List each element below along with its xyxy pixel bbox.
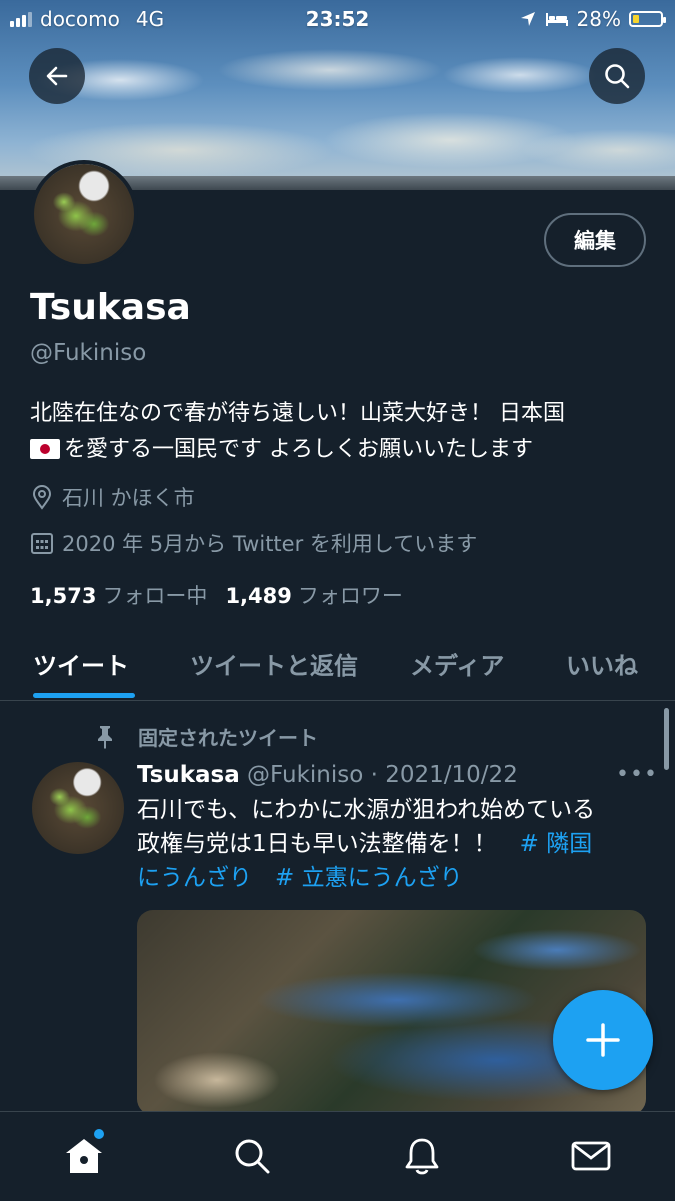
location-pin-icon xyxy=(32,485,52,510)
tab-likes[interactable]: いいね xyxy=(566,646,638,681)
active-tab-indicator xyxy=(33,693,135,698)
tab-tweets-and-replies[interactable]: ツイートと返信 xyxy=(190,646,358,681)
tweet-handle-date: @Fukiniso · 2021/10/22 xyxy=(247,762,518,788)
profile-tabs: ツイート ツイートと返信 メディア いいね xyxy=(0,630,675,701)
tweet-line-2: 政権与党は1日も早い法整備を！！ xyxy=(137,831,520,857)
hashtag-link-1b[interactable]: にうんざり xyxy=(137,865,252,891)
battery-percent: 28% xyxy=(576,7,621,31)
scrollbar[interactable] xyxy=(664,708,669,770)
search-icon xyxy=(605,64,630,89)
status-right: 28% xyxy=(519,7,666,31)
user-handle: @Fukiniso xyxy=(30,340,147,366)
bell-icon xyxy=(405,1138,439,1175)
nav-notifications[interactable] xyxy=(400,1134,444,1178)
joined-row: 2020 年 5月から Twitter を利用しています xyxy=(30,528,477,558)
bottom-navigation xyxy=(0,1111,675,1201)
followers-link[interactable]: 1,489 フォロワー xyxy=(225,580,402,610)
hashtag-link-1a[interactable]: # 隣国 xyxy=(520,831,593,857)
following-link[interactable]: 1,573 フォロー中 xyxy=(30,580,207,610)
calendar-icon xyxy=(31,533,53,554)
bio-line-2-wrap: を愛する一国民です よろしくお願いいたします xyxy=(30,432,650,468)
nav-messages[interactable] xyxy=(569,1134,613,1178)
followers-count: 1,489 xyxy=(225,584,292,608)
pinned-indicator: 固定されたツイート xyxy=(92,722,318,751)
bio-line-1: 北陸在住なので春が待ち遠しい！山菜大好き！ 日本国 xyxy=(30,401,565,426)
status-bar: docomo 4G 23:52 28% xyxy=(0,0,675,38)
pin-icon xyxy=(98,725,112,749)
location-text: 石川 かほく市 xyxy=(62,486,195,510)
tweet-author-name[interactable]: Tsukasa xyxy=(137,762,240,788)
compose-tweet-button[interactable] xyxy=(553,990,653,1090)
tweet-text: 石川でも、にわかに水源が狙われ始めている 政権与党は1日も早い法整備を！！ # … xyxy=(137,793,657,895)
display-name: Tsukasa xyxy=(30,287,191,328)
back-button[interactable] xyxy=(29,48,85,104)
location-row: 石川 かほく市 xyxy=(30,482,195,512)
tweet-line-3-wrap: にうんざり # 立憲にうんざり xyxy=(137,861,657,895)
hashtag-link-2[interactable]: # 立憲にうんざり xyxy=(275,865,463,891)
followers-label: フォロワー xyxy=(297,584,403,608)
follow-stats: 1,573 フォロー中 1,489 フォロワー xyxy=(30,580,403,610)
tweet-header: Tsukasa @Fukiniso · 2021/10/22 xyxy=(137,762,518,788)
joined-text: 2020 年 5月から Twitter を利用しています xyxy=(62,532,478,556)
search-button[interactable] xyxy=(589,48,645,104)
battery-icon xyxy=(629,11,666,27)
pinned-label: 固定されたツイート xyxy=(138,726,318,750)
mail-icon xyxy=(571,1141,611,1171)
nav-search[interactable] xyxy=(230,1134,274,1178)
tab-media[interactable]: メディア xyxy=(410,646,504,681)
more-options-icon[interactable]: ••• xyxy=(616,762,658,787)
location-arrow-icon xyxy=(520,12,535,26)
following-label: フォロー中 xyxy=(102,584,208,608)
arrow-left-icon xyxy=(46,66,68,86)
home-notification-dot xyxy=(94,1129,104,1139)
profile-avatar[interactable] xyxy=(30,160,138,268)
tab-tweets[interactable]: ツイート xyxy=(33,646,129,681)
search-icon xyxy=(235,1139,270,1174)
japan-flag-icon xyxy=(30,439,60,459)
tweet-line-1: 石川でも、にわかに水源が狙われ始めている xyxy=(137,797,596,823)
home-icon xyxy=(66,1139,102,1173)
edit-profile-button[interactable]: 編集 xyxy=(544,213,646,267)
profile-bio: 北陸在住なので春が待ち遠しい！山菜大好き！ 日本国 を愛する一国民です よろしく… xyxy=(30,396,650,468)
nav-home[interactable] xyxy=(62,1134,106,1178)
tweet-line-2-wrap: 政権与党は1日も早い法整備を！！ # 隣国 xyxy=(137,827,657,861)
following-count: 1,573 xyxy=(30,584,97,608)
sleep-bed-icon xyxy=(545,13,568,26)
tweet-avatar[interactable] xyxy=(32,762,124,854)
plus-icon xyxy=(586,1023,620,1057)
bio-line-2: を愛する一国民です よろしくお願いいたします xyxy=(64,437,533,462)
